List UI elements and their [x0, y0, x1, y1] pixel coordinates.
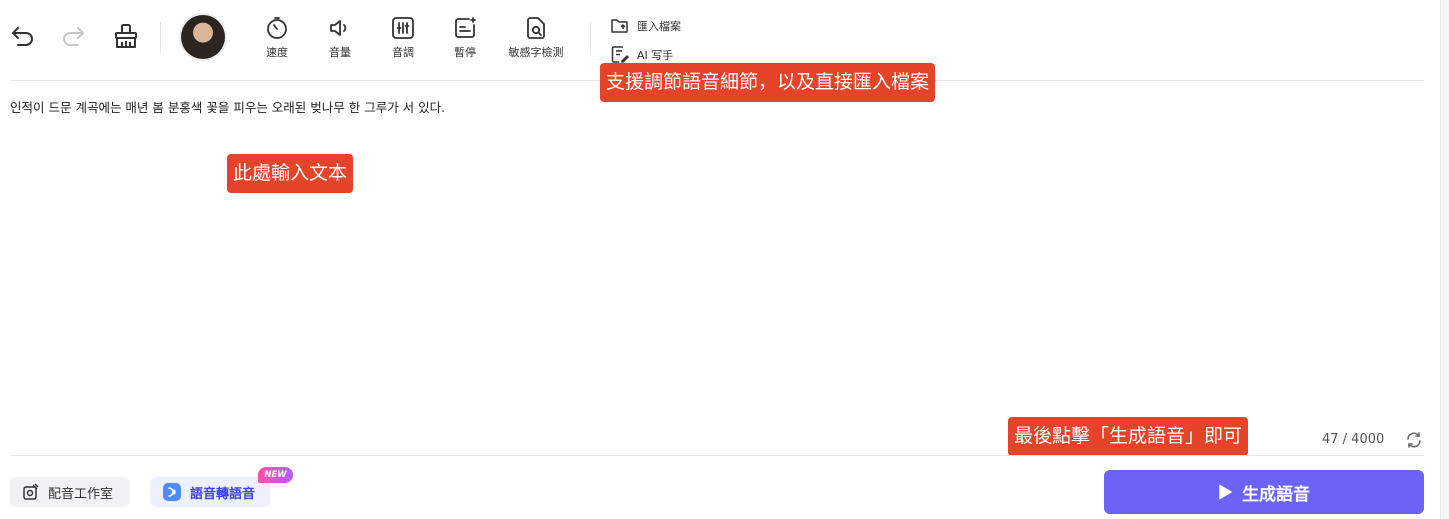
- pitch-icon: [392, 17, 414, 39]
- volume-button[interactable]: 音量: [310, 16, 370, 60]
- pitch-label: 音調: [392, 46, 414, 59]
- import-file-button[interactable]: 匯入檔案: [611, 18, 681, 34]
- toolbar-divider: [160, 22, 161, 54]
- speech-to-speech-button[interactable]: 語音轉語音: [150, 477, 270, 507]
- broom-icon: [115, 24, 137, 48]
- volume-icon: [330, 20, 347, 36]
- footer-divider-line: [10, 455, 1424, 456]
- speech-to-speech-icon: [163, 483, 181, 501]
- pause-insert-icon: [455, 17, 476, 38]
- speed-label: 速度: [266, 46, 288, 59]
- ai-writer-button[interactable]: AI 写手: [611, 46, 673, 63]
- sensitive-word-check-button[interactable]: 敏感字檢測: [506, 16, 566, 60]
- clear-text-button[interactable]: [112, 22, 140, 50]
- import-file-label: 匯入檔案: [637, 20, 681, 33]
- dubbing-studio-icon: [23, 483, 39, 500]
- speed-button[interactable]: 速度: [247, 16, 307, 60]
- scrollbar[interactable]: [1440, 0, 1449, 519]
- import-folder-icon: [611, 19, 628, 33]
- voice-avatar[interactable]: [181, 15, 225, 59]
- char-counter: 47 / 4000: [1322, 432, 1385, 447]
- pause-button[interactable]: 暫停: [435, 16, 495, 60]
- ai-writer-icon: [611, 46, 629, 63]
- speed-icon: [267, 17, 287, 39]
- dubbing-studio-button[interactable]: 配音工作室: [10, 477, 130, 507]
- sensitive-word-check-label: 敏感字檢測: [508, 46, 564, 59]
- toolbar-divider-2: [590, 22, 591, 54]
- refresh-button[interactable]: [1405, 431, 1423, 453]
- play-icon: [1219, 484, 1232, 500]
- generate-speech-button[interactable]: 生成語音: [1104, 470, 1424, 514]
- input-tip-callout: 此處輸入文本: [227, 154, 354, 193]
- undo-button[interactable]: [10, 22, 36, 48]
- dubbing-studio-label: 配音工作室: [48, 486, 114, 502]
- pitch-button[interactable]: 音調: [373, 16, 433, 60]
- redo-button[interactable]: [60, 22, 86, 48]
- generate-tip-callout: 最後點擊「生成語音」即可: [1008, 417, 1249, 456]
- volume-label: 音量: [329, 46, 351, 59]
- generate-speech-label: 生成語音: [1242, 484, 1310, 504]
- undo-icon: [12, 27, 33, 46]
- sensitive-word-check-icon: [527, 17, 545, 39]
- speech-to-speech-label: 語音轉語音: [190, 486, 256, 502]
- toolbar-tip-callout: 支援調節語音細節，以及直接匯入檔案: [600, 63, 936, 102]
- ai-writer-label: AI 写手: [637, 48, 674, 62]
- refresh-icon: [1407, 432, 1421, 448]
- text-input-area[interactable]: 인적이 드문 계곡에는 매년 봄 분홍색 꽃을 피우는 오래된 벚나무 한 그루…: [10, 97, 445, 116]
- pause-label: 暫停: [454, 46, 476, 59]
- redo-icon: [63, 27, 84, 46]
- new-badge: NEW: [258, 467, 293, 483]
